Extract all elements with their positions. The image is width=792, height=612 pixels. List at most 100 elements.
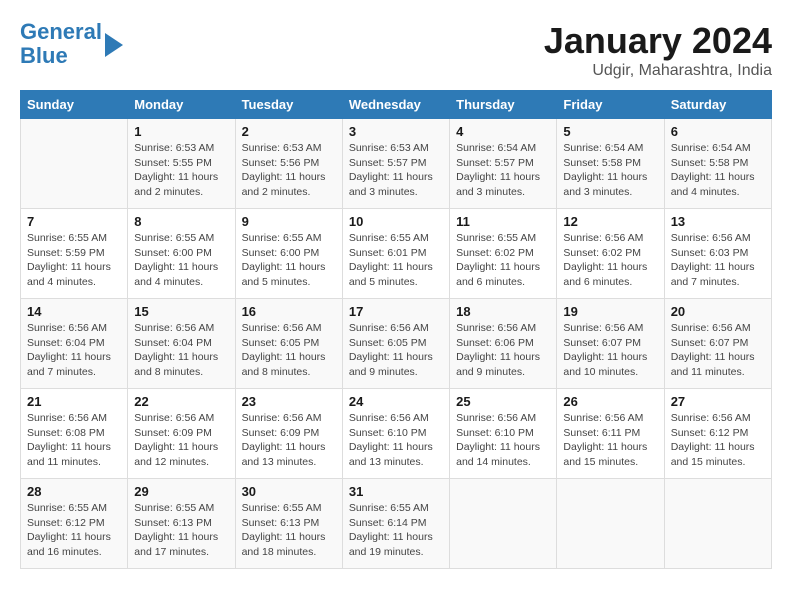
day-number: 13 [671, 214, 765, 229]
calendar-cell: 3 Sunrise: 6:53 AM Sunset: 5:57 PM Daylig… [342, 119, 449, 209]
header: GeneralBlue January 2024 Udgir, Maharash… [20, 20, 772, 80]
day-info: Sunrise: 6:56 AM Sunset: 6:03 PM Dayligh… [671, 231, 765, 290]
day-info: Sunrise: 6:56 AM Sunset: 6:08 PM Dayligh… [27, 411, 121, 470]
calendar-cell: 4Sunrise: 6:54 AM Sunset: 5:57 PM Daylig… [450, 119, 557, 209]
calendar-cell: 26 Sunrise: 6:56 AM Sunset: 6:11 PM Dayli… [557, 389, 664, 479]
day-number: 3 [349, 124, 443, 139]
day-number: 24 [349, 394, 443, 409]
day-number: 15 [134, 304, 228, 319]
day-info: Sunrise: 6:56 AM Sunset: 6:09 PM Dayligh… [134, 411, 228, 470]
calendar-cell: 8 Sunrise: 6:55 AM Sunset: 6:00 PM Daylig… [128, 209, 235, 299]
calendar-cell: 14Sunrise: 6:56 AM Sunset: 6:04 PM Dayli… [21, 299, 128, 389]
calendar-cell: 17 Sunrise: 6:56 AM Sunset: 6:05 PM Dayli… [342, 299, 449, 389]
logo-arrow-icon [105, 33, 123, 57]
calendar-cell: 29 Sunrise: 6:55 AM Sunset: 6:13 PM Dayli… [128, 479, 235, 569]
week-row-4: 21 Sunrise: 6:56 AM Sunset: 6:08 PM Dayli… [21, 389, 772, 479]
calendar-cell: 5 Sunrise: 6:54 AM Sunset: 5:58 PM Daylig… [557, 119, 664, 209]
day-number: 10 [349, 214, 443, 229]
day-info: Sunrise: 6:55 AM Sunset: 6:13 PM Dayligh… [134, 501, 228, 560]
calendar-cell: 6 Sunrise: 6:54 AM Sunset: 5:58 PM Daylig… [664, 119, 771, 209]
day-number: 14 [27, 304, 121, 319]
day-info: Sunrise: 6:56 AM Sunset: 6:07 PM Dayligh… [563, 321, 657, 380]
calendar-cell: 13 Sunrise: 6:56 AM Sunset: 6:03 PM Dayli… [664, 209, 771, 299]
calendar-cell: 9Sunrise: 6:55 AM Sunset: 6:00 PM Daylig… [235, 209, 342, 299]
day-info: Sunrise: 6:53 AM Sunset: 5:55 PM Dayligh… [134, 141, 228, 200]
title-area: January 2024 Udgir, Maharashtra, India [544, 20, 772, 80]
week-row-5: 28Sunrise: 6:55 AM Sunset: 6:12 PM Dayli… [21, 479, 772, 569]
day-number: 31 [349, 484, 443, 499]
day-info: Sunrise: 6:56 AM Sunset: 6:07 PM Dayligh… [671, 321, 765, 380]
day-info: Sunrise: 6:55 AM Sunset: 6:00 PM Dayligh… [134, 231, 228, 290]
day-info: Sunrise: 6:55 AM Sunset: 6:01 PM Dayligh… [349, 231, 443, 290]
calendar-cell: 31 Sunrise: 6:55 AM Sunset: 6:14 PM Dayli… [342, 479, 449, 569]
calendar-cell: 16 Sunrise: 6:56 AM Sunset: 6:05 PM Dayli… [235, 299, 342, 389]
day-header-monday: Monday [128, 91, 235, 119]
day-number: 6 [671, 124, 765, 139]
day-info: Sunrise: 6:56 AM Sunset: 6:05 PM Dayligh… [349, 321, 443, 380]
location: Udgir, Maharashtra, India [544, 62, 772, 80]
day-number: 4 [456, 124, 550, 139]
day-info: Sunrise: 6:56 AM Sunset: 6:04 PM Dayligh… [134, 321, 228, 380]
day-number: 5 [563, 124, 657, 139]
day-number: 30 [242, 484, 336, 499]
calendar-cell: 7 Sunrise: 6:55 AM Sunset: 5:59 PM Daylig… [21, 209, 128, 299]
day-header-wednesday: Wednesday [342, 91, 449, 119]
logo: GeneralBlue [20, 20, 123, 68]
day-info: Sunrise: 6:54 AM Sunset: 5:58 PM Dayligh… [563, 141, 657, 200]
calendar-cell: 21 Sunrise: 6:56 AM Sunset: 6:08 PM Dayli… [21, 389, 128, 479]
calendar-cell [21, 119, 128, 209]
day-info: Sunrise: 6:55 AM Sunset: 6:14 PM Dayligh… [349, 501, 443, 560]
calendar-cell: 28Sunrise: 6:55 AM Sunset: 6:12 PM Dayli… [21, 479, 128, 569]
day-number: 2 [242, 124, 336, 139]
day-info: Sunrise: 6:55 AM Sunset: 5:59 PM Dayligh… [27, 231, 121, 290]
day-number: 20 [671, 304, 765, 319]
day-number: 8 [134, 214, 228, 229]
day-info: Sunrise: 6:56 AM Sunset: 6:06 PM Dayligh… [456, 321, 550, 380]
day-info: Sunrise: 6:55 AM Sunset: 6:12 PM Dayligh… [27, 501, 121, 560]
calendar-cell: 27 Sunrise: 6:56 AM Sunset: 6:12 PM Dayli… [664, 389, 771, 479]
month-title: January 2024 [544, 20, 772, 62]
day-number: 12 [563, 214, 657, 229]
day-number: 26 [563, 394, 657, 409]
day-number: 22 [134, 394, 228, 409]
day-info: Sunrise: 6:55 AM Sunset: 6:13 PM Dayligh… [242, 501, 336, 560]
days-header-row: SundayMondayTuesdayWednesdayThursdayFrid… [21, 91, 772, 119]
day-number: 29 [134, 484, 228, 499]
calendar-cell [450, 479, 557, 569]
week-row-3: 14 Sunrise: 6:56 AM Sunset: 6:04 PM Dayli… [21, 299, 772, 389]
day-number: 25 [456, 394, 550, 409]
day-number: 1 [134, 124, 228, 139]
calendar-cell [664, 479, 771, 569]
day-info: Sunrise: 6:55 AM Sunset: 6:02 PM Dayligh… [456, 231, 550, 290]
day-info: Sunrise: 6:56 AM Sunset: 6:12 PM Dayligh… [671, 411, 765, 470]
calendar-cell: 10 Sunrise: 6:55 AM Sunset: 6:01 PM Dayli… [342, 209, 449, 299]
day-number: 7 [27, 214, 121, 229]
calendar-cell: 18 Sunrise: 6:56 AM Sunset: 6:06 PM Dayli… [450, 299, 557, 389]
day-info: Sunrise: 6:56 AM Sunset: 6:10 PM Dayligh… [456, 411, 550, 470]
day-number: 21 [27, 394, 121, 409]
day-header-sunday: Sunday [21, 91, 128, 119]
day-info: Sunrise: 6:56 AM Sunset: 6:09 PM Dayligh… [242, 411, 336, 470]
day-number: 19 [563, 304, 657, 319]
day-number: 16 [242, 304, 336, 319]
day-number: 17 [349, 304, 443, 319]
calendar-cell: 23Sunrise: 6:56 AM Sunset: 6:09 PM Dayli… [235, 389, 342, 479]
day-info: Sunrise: 6:56 AM Sunset: 6:05 PM Dayligh… [242, 321, 336, 380]
calendar-cell: 2Sunrise: 6:53 AM Sunset: 5:56 PM Daylig… [235, 119, 342, 209]
day-header-saturday: Saturday [664, 91, 771, 119]
day-header-tuesday: Tuesday [235, 91, 342, 119]
day-number: 18 [456, 304, 550, 319]
day-info: Sunrise: 6:53 AM Sunset: 5:57 PM Dayligh… [349, 141, 443, 200]
logo-text: GeneralBlue [20, 20, 102, 68]
week-row-2: 7 Sunrise: 6:55 AM Sunset: 5:59 PM Daylig… [21, 209, 772, 299]
day-info: Sunrise: 6:54 AM Sunset: 5:58 PM Dayligh… [671, 141, 765, 200]
day-number: 27 [671, 394, 765, 409]
calendar-cell [557, 479, 664, 569]
day-header-thursday: Thursday [450, 91, 557, 119]
day-info: Sunrise: 6:56 AM Sunset: 6:02 PM Dayligh… [563, 231, 657, 290]
calendar-cell: 24Sunrise: 6:56 AM Sunset: 6:10 PM Dayli… [342, 389, 449, 479]
calendar-cell: 15 Sunrise: 6:56 AM Sunset: 6:04 PM Dayli… [128, 299, 235, 389]
day-info: Sunrise: 6:55 AM Sunset: 6:00 PM Dayligh… [242, 231, 336, 290]
day-info: Sunrise: 6:56 AM Sunset: 6:11 PM Dayligh… [563, 411, 657, 470]
week-row-1: 1 Sunrise: 6:53 AM Sunset: 5:55 PM Daylig… [21, 119, 772, 209]
